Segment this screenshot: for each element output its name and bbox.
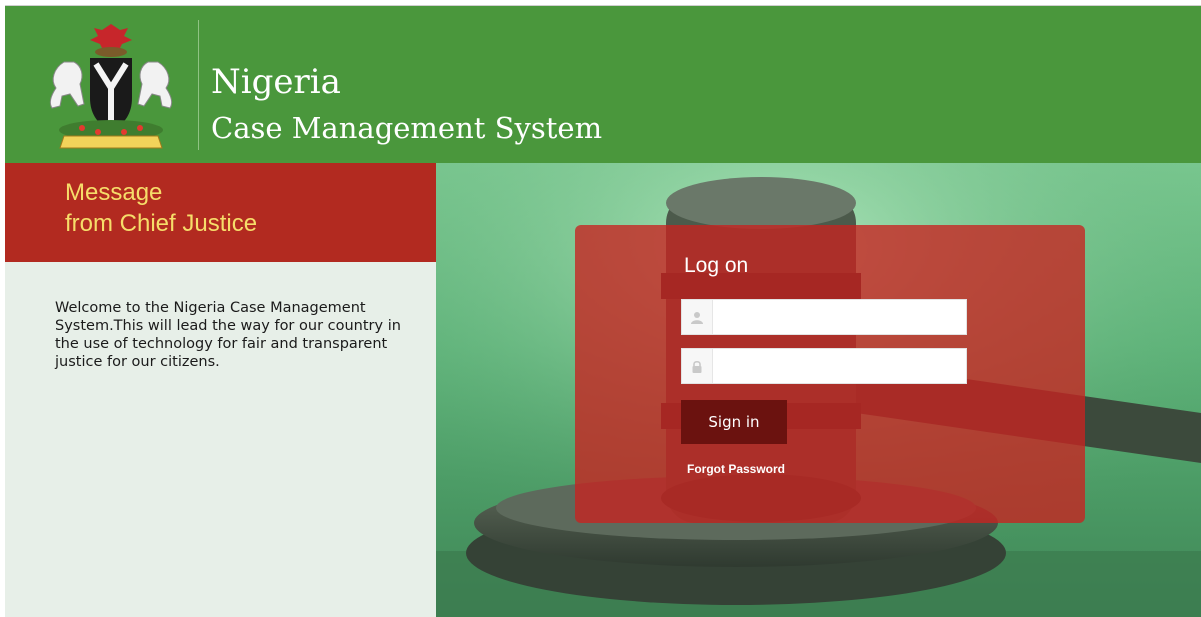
sign-in-button[interactable]: Sign in <box>681 400 787 444</box>
site-title-system: Case Management System <box>211 111 603 145</box>
login-panel: Log on Sign in Forgot Password <box>575 225 1085 523</box>
site-title-country: Nigeria <box>211 62 341 102</box>
chief-justice-message-banner[interactable]: Message from Chief Justice <box>5 163 436 262</box>
username-input[interactable] <box>714 300 966 334</box>
left-panel: Message from Chief Justice Welcome to th… <box>5 163 436 617</box>
forgot-password-link[interactable]: Forgot Password <box>687 462 785 476</box>
password-field[interactable] <box>681 348 967 384</box>
password-input[interactable] <box>714 349 966 383</box>
username-field[interactable] <box>681 299 967 335</box>
user-icon <box>682 300 713 334</box>
lock-icon <box>682 349 713 383</box>
coat-of-arms-logo <box>49 24 173 149</box>
message-title-line2: from Chief Justice <box>65 210 258 237</box>
welcome-text: Welcome to the Nigeria Case Management S… <box>55 300 401 370</box>
header-divider <box>198 20 199 150</box>
site-header: Nigeria Case Management System <box>5 6 1201 163</box>
message-title-line1: Message <box>65 179 163 206</box>
login-title: Log on <box>684 254 749 277</box>
